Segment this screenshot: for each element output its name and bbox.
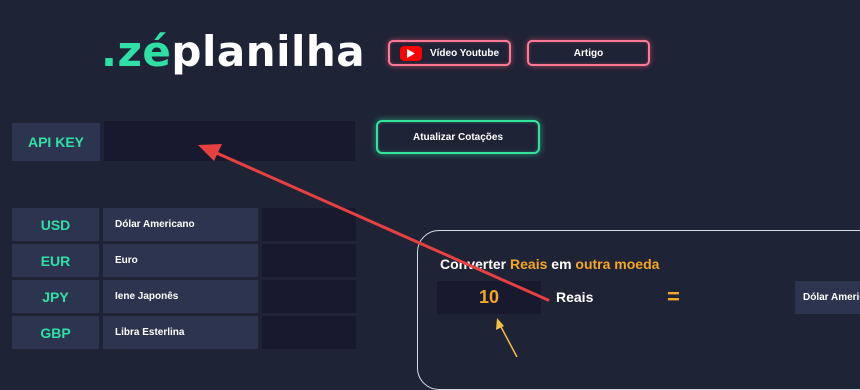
amount-input[interactable]: 10 [437,281,541,314]
currency-row: JPY Iene Japonês [12,280,356,313]
youtube-video-button[interactable]: Vídeo Youtube [388,40,511,66]
api-key-input[interactable] [104,121,355,161]
currency-code: USD [12,208,99,241]
youtube-icon [399,45,422,61]
converter-title-prefix: Converter [440,256,507,272]
currency-rate-cell[interactable] [262,280,356,313]
currency-name: Dólar Americano [103,208,258,241]
logo: .zéplanilha [101,27,365,76]
currency-name: Libra Esterlina [103,316,258,349]
update-quotes-label: Atualizar Cotações [412,131,504,143]
currency-row: GBP Libra Esterlina [12,316,356,349]
converter-title: Converter Reais em outra moeda [440,256,659,272]
artigo-label: Artigo [573,47,604,59]
converter-title-mid: em [551,256,572,272]
currency-code: EUR [12,244,99,277]
currency-row: USD Dólar Americano [12,208,356,241]
converter-title-outra-moeda: outra moeda [575,256,660,272]
equals-sign: = [667,284,680,309]
amount-unit-label: Reais [556,289,594,305]
currency-rate-cell[interactable] [262,244,356,277]
currency-name: Euro [103,244,258,277]
logo-dot: . [101,27,118,76]
currency-code: JPY [12,280,99,313]
currency-rate-cell[interactable] [262,316,356,349]
logo-ze: zé [117,27,172,76]
target-currency-select[interactable]: Dólar Americano [795,281,860,314]
currency-table: USD Dólar Americano EUR Euro JPY Iene Ja… [12,208,356,352]
currency-code: GBP [12,316,99,349]
youtube-video-label: Vídeo Youtube [429,47,500,59]
currency-row: EUR Euro [12,244,356,277]
update-quotes-button[interactable]: Atualizar Cotações [376,120,540,154]
artigo-button[interactable]: Artigo [527,40,650,66]
converter-title-reais: Reais [510,256,548,272]
api-key-label: API KEY [12,123,100,161]
currency-rate-cell[interactable] [262,208,356,241]
api-key-label-text: API KEY [27,134,84,150]
currency-name: Iene Japonês [103,280,258,313]
logo-planilha: planilha [171,27,366,76]
